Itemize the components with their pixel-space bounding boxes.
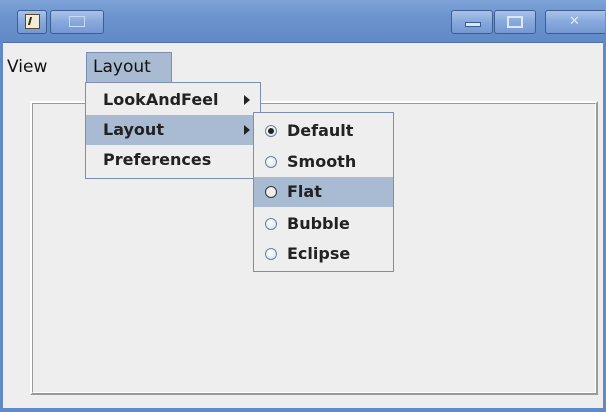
- radio-unselected-icon: [265, 156, 277, 168]
- minimize-icon: [465, 22, 481, 27]
- menu-layout[interactable]: Layout: [86, 52, 172, 82]
- radio-item-bubble[interactable]: Bubble: [254, 209, 393, 239]
- menu-item-layout[interactable]: Layout: [86, 115, 260, 145]
- radio-unselected-icon: [265, 248, 277, 260]
- radio-unselected-icon: [265, 218, 277, 230]
- radio-item-eclipse[interactable]: Eclipse: [254, 239, 393, 269]
- menu-item-lookandfeel[interactable]: LookAndFeel: [86, 85, 260, 115]
- submenu-arrow-icon: [244, 95, 250, 105]
- window-bottom-border: [0, 408, 606, 412]
- menu-item-label: LookAndFeel: [103, 90, 219, 109]
- menu-item-preferences[interactable]: Preferences: [86, 145, 260, 175]
- menu-bar: View Layout: [0, 52, 606, 82]
- close-icon: ✕: [569, 14, 580, 29]
- menu-item-label: Layout: [103, 120, 164, 139]
- layout-dropdown-menu: LookAndFeel Layout Preferences: [85, 82, 261, 179]
- radio-dot-icon: [268, 128, 274, 134]
- system-menu-button[interactable]: [17, 10, 47, 34]
- app-icon: [25, 14, 40, 29]
- radio-item-label: Flat: [287, 182, 322, 201]
- radio-item-label: Default: [287, 121, 354, 140]
- maximize-icon: [507, 16, 523, 28]
- radio-unselected-icon: [265, 186, 277, 198]
- window-menu-button[interactable]: [50, 10, 104, 34]
- submenu-arrow-icon: [244, 125, 250, 135]
- menu-view[interactable]: View: [1, 52, 83, 82]
- application-window: ✕ View Layout LookAndFeel Layout Prefere…: [0, 0, 606, 412]
- radio-selected-icon: [265, 125, 277, 137]
- radio-item-smooth[interactable]: Smooth: [254, 147, 393, 177]
- minimize-button[interactable]: [451, 10, 493, 34]
- window-icon: [69, 16, 85, 27]
- radio-item-default[interactable]: Default: [254, 116, 393, 146]
- maximize-button[interactable]: [494, 10, 536, 34]
- close-button[interactable]: ✕: [545, 10, 605, 34]
- title-bar[interactable]: ✕: [0, 0, 606, 43]
- layout-submenu: Default Smooth Flat Bubble Eclipse: [253, 112, 394, 272]
- radio-item-label: Eclipse: [287, 244, 351, 263]
- menu-item-label: Preferences: [103, 150, 212, 169]
- radio-item-label: Smooth: [287, 152, 357, 171]
- window-left-border: [0, 42, 3, 412]
- radio-item-label: Bubble: [287, 214, 350, 233]
- radio-item-flat[interactable]: Flat: [254, 177, 393, 207]
